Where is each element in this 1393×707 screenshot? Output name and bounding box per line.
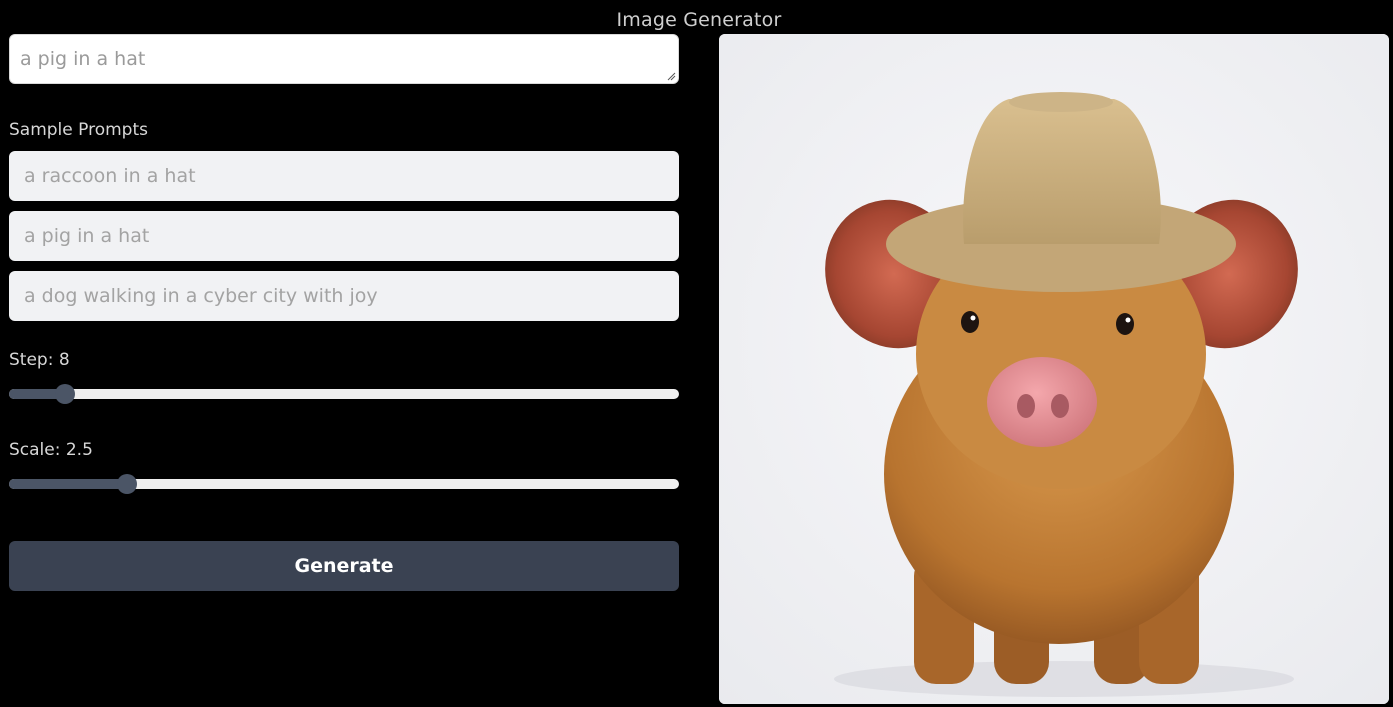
generated-image (719, 34, 1389, 704)
step-label: Step: 8 (9, 350, 70, 370)
scale-slider-track[interactable] (9, 479, 679, 489)
step-slider-track[interactable] (9, 389, 679, 399)
sample-prompts-label: Sample Prompts (9, 120, 148, 140)
generate-button[interactable]: Generate (9, 541, 679, 591)
step-slider[interactable] (9, 384, 679, 404)
pig-in-hat-image (719, 34, 1389, 704)
step-slider-thumb[interactable] (54, 384, 75, 404)
scale-slider-fill (9, 479, 128, 489)
page-title: Image Generator (616, 9, 782, 31)
resize-handle-icon[interactable] (667, 72, 676, 81)
prompt-input[interactable] (10, 35, 678, 83)
scale-slider[interactable] (9, 474, 679, 494)
scale-slider-thumb[interactable] (117, 474, 138, 494)
sample-prompt-1[interactable]: a raccoon in a hat (9, 151, 679, 201)
sample-prompt-3[interactable]: a dog walking in a cyber city with joy (9, 271, 679, 321)
scale-label: Scale: 2.5 (9, 440, 93, 460)
sample-prompt-2[interactable]: a pig in a hat (9, 211, 679, 261)
prompt-input-container[interactable] (9, 34, 679, 84)
